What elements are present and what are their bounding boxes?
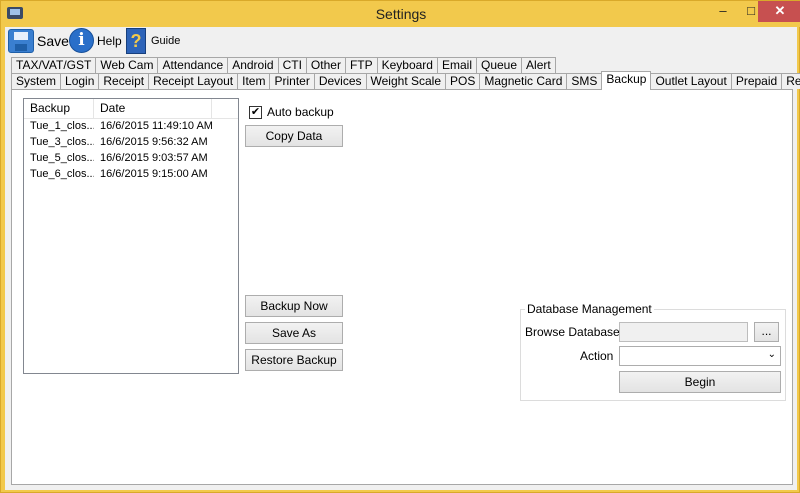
backup-date: 16/6/2015 9:03:57 AM xyxy=(100,152,208,164)
tab-magnetic-card[interactable]: Magnetic Card xyxy=(479,73,568,89)
list-item[interactable]: Tue_6_clos... 16/6/2015 9:15:00 AM xyxy=(24,167,238,183)
backup-now-button[interactable]: Backup Now xyxy=(245,295,343,317)
tab-alert[interactable]: Alert xyxy=(521,57,556,73)
tab-system[interactable]: System xyxy=(11,73,62,89)
backup-date: 16/6/2015 9:15:00 AM xyxy=(100,168,208,180)
info-icon: i xyxy=(69,28,94,53)
tab-devices[interactable]: Devices xyxy=(313,73,367,89)
chevron-down-icon: ⌄ xyxy=(767,349,776,360)
guide-button[interactable]: ? Guide xyxy=(126,27,180,54)
tab-web-cam[interactable]: Web Cam xyxy=(95,57,159,73)
save-as-button[interactable]: Save As xyxy=(245,322,343,344)
restore-backup-button[interactable]: Restore Backup xyxy=(245,349,343,371)
auto-backup-option[interactable]: ✔ Auto backup xyxy=(249,105,334,119)
tab-queue[interactable]: Queue xyxy=(476,57,523,73)
question-book-icon: ? xyxy=(126,27,146,54)
tab-android[interactable]: Android xyxy=(227,57,279,73)
browse-button[interactable]: ... xyxy=(754,322,779,342)
backup-name: Tue_3_clos... xyxy=(30,136,94,148)
help-button[interactable]: i Help xyxy=(69,27,122,54)
backup-list-header: Backup Date xyxy=(24,99,238,119)
title-bar: Settings – □ ✕ xyxy=(1,1,800,27)
backup-name: Tue_5_clos... xyxy=(30,152,94,164)
column-header-date[interactable]: Date xyxy=(94,99,212,118)
copy-data-button[interactable]: Copy Data xyxy=(245,125,343,147)
tab-weight-scale[interactable]: Weight Scale xyxy=(365,73,446,89)
tab-item[interactable]: Item xyxy=(237,73,271,89)
save-label: Save xyxy=(37,32,69,49)
backup-date: 16/6/2015 11:49:10 AM xyxy=(100,120,213,132)
tab-pos[interactable]: POS xyxy=(445,73,481,89)
toolbar: Save i Help ? Guide xyxy=(5,27,797,55)
tab-receipt[interactable]: Receipt xyxy=(98,73,150,89)
tab-attendance[interactable]: Attendance xyxy=(157,57,229,73)
auto-backup-checkbox[interactable]: ✔ xyxy=(249,105,262,119)
save-button[interactable]: Save xyxy=(8,27,69,54)
browse-database-label: Browse Database xyxy=(525,325,620,339)
list-item[interactable]: Tue_3_clos... 16/6/2015 9:56:32 AM xyxy=(24,135,238,151)
browse-database-field[interactable] xyxy=(619,322,748,342)
tab-email[interactable]: Email xyxy=(436,57,477,73)
action-label: Action xyxy=(580,349,614,363)
tab-printer[interactable]: Printer xyxy=(269,73,315,89)
tab-outlet-layout[interactable]: Outlet Layout xyxy=(650,73,732,89)
tab-other[interactable]: Other xyxy=(305,57,346,73)
tab-cti[interactable]: CTI xyxy=(277,57,307,73)
tab-tax-vat-gst[interactable]: TAX/VAT/GST xyxy=(11,57,97,73)
settings-window: Settings – □ ✕ Save i Help ? Guide TAX/V… xyxy=(0,0,800,493)
database-management-title: Database Management xyxy=(525,302,654,316)
backup-name: Tue_6_clos... xyxy=(30,168,94,180)
tab-row-1: TAX/VAT/GST Web Cam Attendance Android C… xyxy=(11,57,556,73)
backup-date: 16/6/2015 9:56:32 AM xyxy=(100,136,208,148)
save-icon xyxy=(8,28,34,53)
backup-list[interactable]: Backup Date Tue_1_clos... 16/6/2015 11:4… xyxy=(23,98,239,374)
auto-backup-label: Auto backup xyxy=(267,105,334,119)
tab-ftp[interactable]: FTP xyxy=(344,57,378,73)
tab-login[interactable]: Login xyxy=(60,73,100,89)
list-item[interactable]: Tue_1_clos... 16/6/2015 11:49:10 AM xyxy=(24,119,238,135)
begin-button[interactable]: Begin xyxy=(619,371,781,393)
list-item[interactable]: Tue_5_clos... 16/6/2015 9:03:57 AM xyxy=(24,151,238,167)
backup-name: Tue_1_clos... xyxy=(30,120,94,132)
action-select[interactable]: ⌄ xyxy=(619,346,781,366)
close-button[interactable]: ✕ xyxy=(758,1,800,22)
backup-tab-page: Backup Date Tue_1_clos... 16/6/2015 11:4… xyxy=(11,89,793,485)
tab-rewards[interactable]: Rewards xyxy=(781,73,800,89)
window-title: Settings xyxy=(375,6,427,22)
client-area: Save i Help ? Guide TAX/VAT/GST Web Cam … xyxy=(5,27,800,490)
database-management-group: Database Management Browse Database ... … xyxy=(520,302,786,401)
minimize-button[interactable]: – xyxy=(709,1,737,22)
tab-row-2: System Login Receipt Receipt Layout Item… xyxy=(11,71,800,90)
guide-label: Guide xyxy=(151,34,181,47)
help-label: Help xyxy=(97,33,122,48)
tab-keyboard[interactable]: Keyboard xyxy=(376,57,438,73)
tab-prepaid[interactable]: Prepaid xyxy=(730,73,783,89)
tab-backup[interactable]: Backup xyxy=(601,71,652,90)
tab-receipt-layout[interactable]: Receipt Layout xyxy=(148,73,239,89)
tab-sms[interactable]: SMS xyxy=(566,73,603,89)
column-header-backup[interactable]: Backup xyxy=(24,99,94,118)
